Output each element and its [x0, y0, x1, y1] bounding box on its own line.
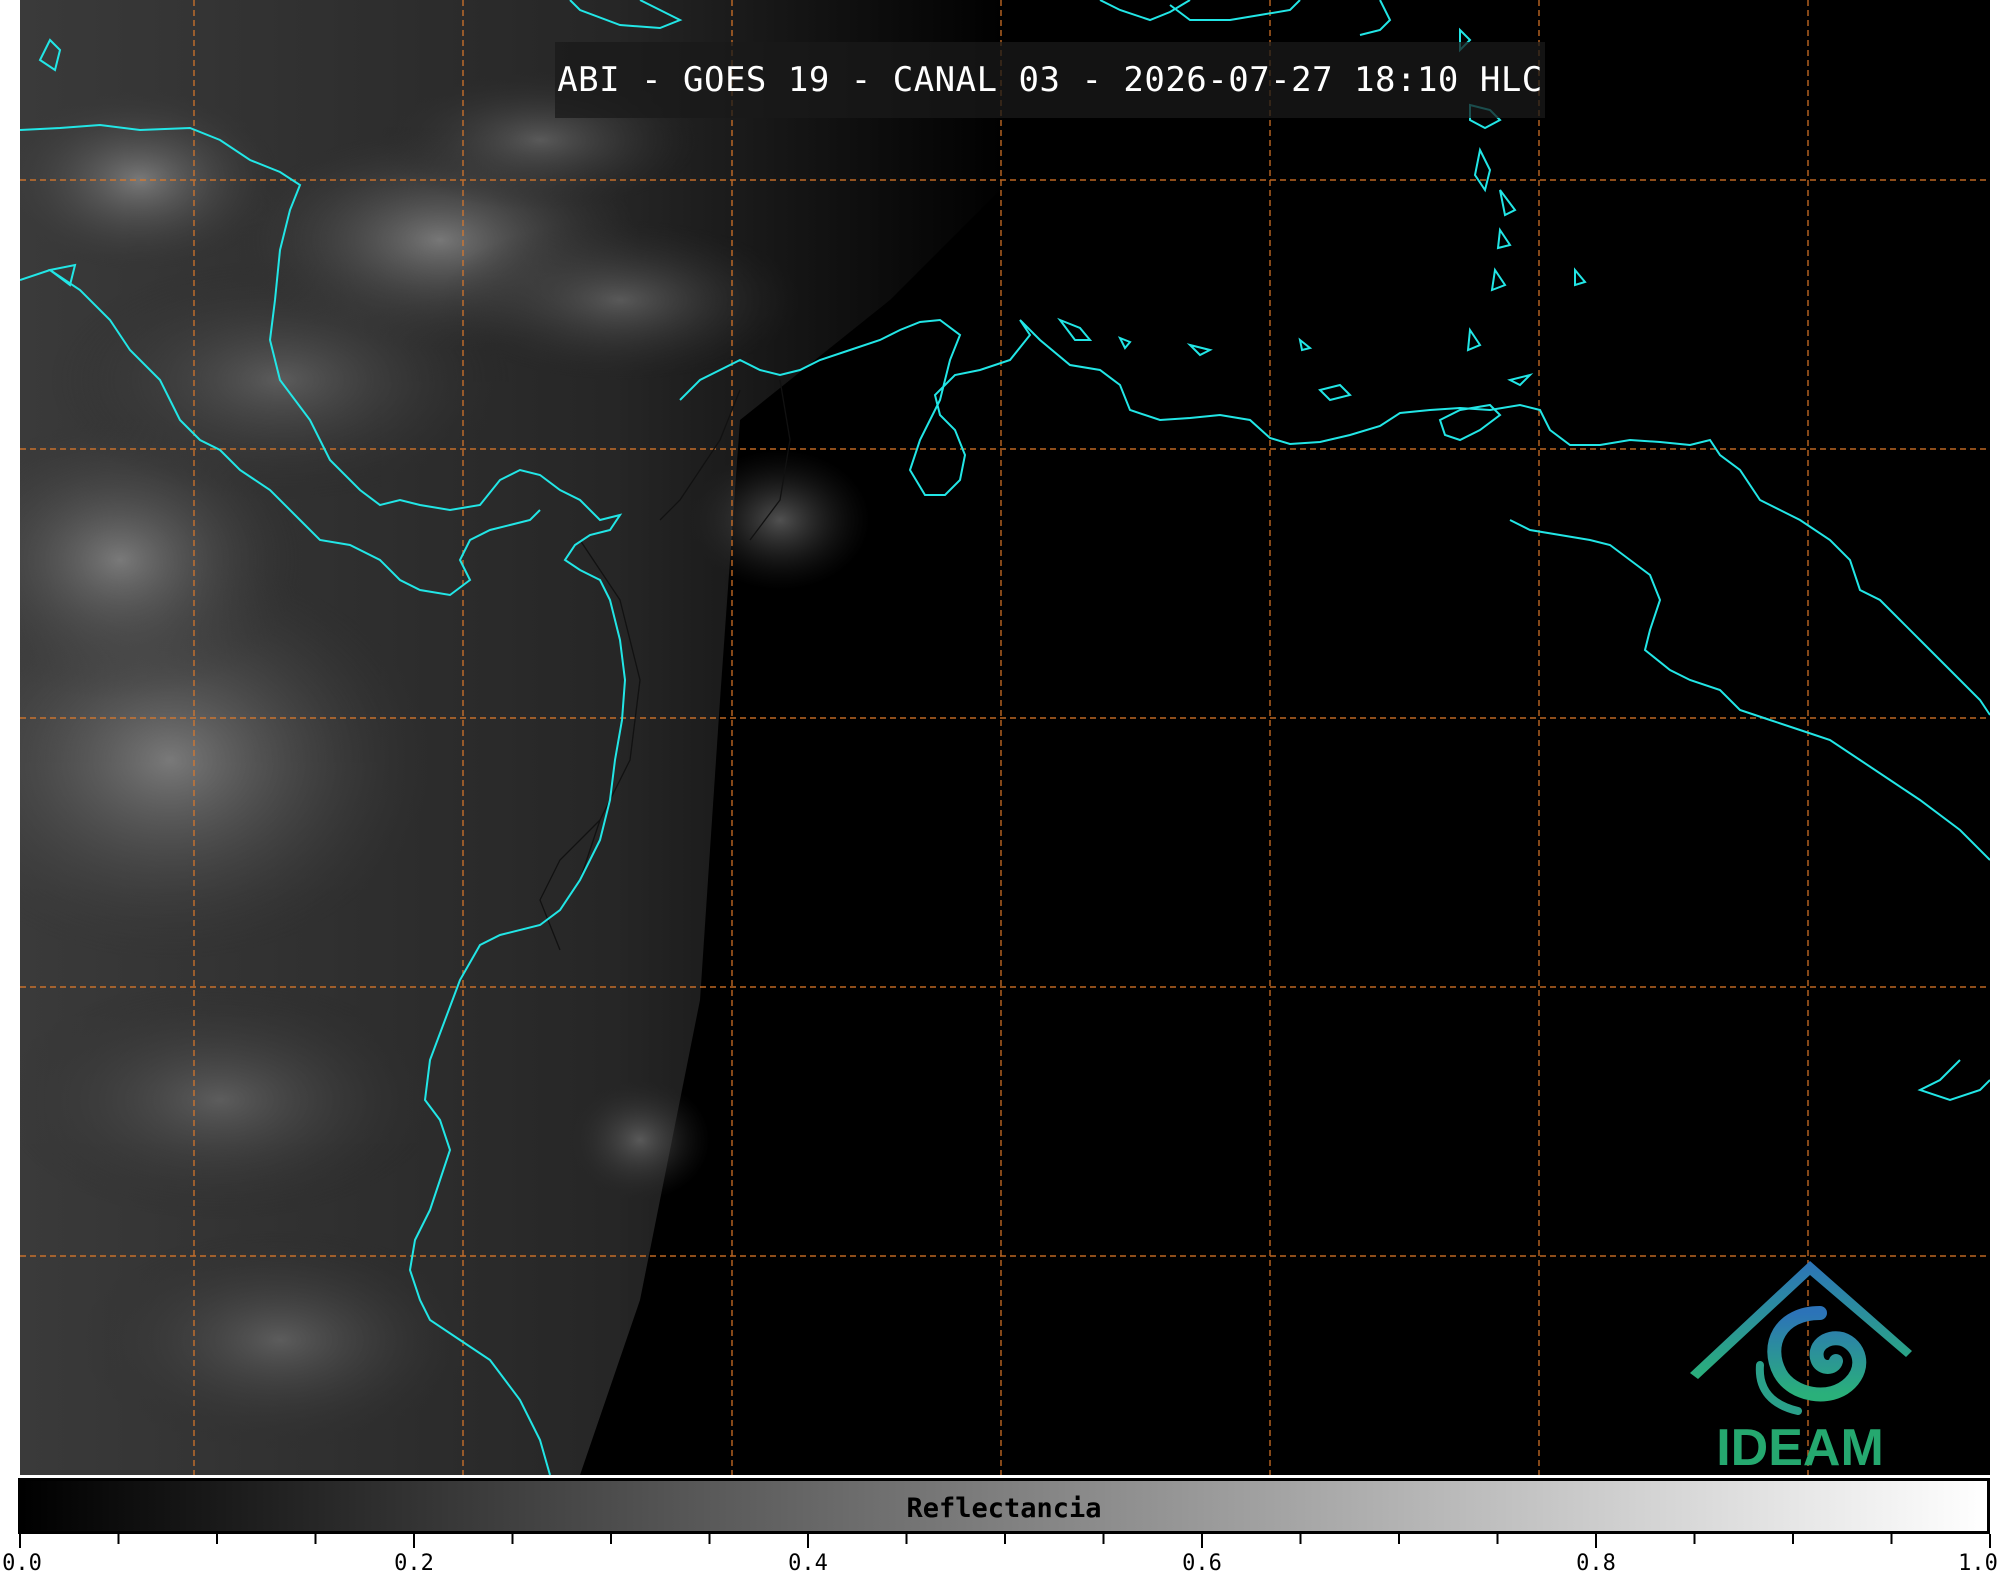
title-box: ABI - GOES 19 - CANAL 03 - 2026-07-27 18… [555, 42, 1545, 118]
ideam-swirl-icon [1690, 1261, 1912, 1415]
colorbar-tick-label: 0.8 [1576, 1551, 1616, 1576]
satellite-map[interactable]: ABI - GOES 19 - CANAL 03 - 2026-07-27 18… [20, 0, 1990, 1475]
ideam-logo-text: IDEAM [1716, 1419, 1884, 1475]
colorbar-tick-label: 0.2 [394, 1551, 434, 1576]
colorbar-label: Reflectancia [906, 1493, 1102, 1524]
colorbar: Reflectancia [18, 1478, 1990, 1534]
colorbar-tick-label: 1.0 [1958, 1551, 1998, 1576]
colorbar-tick-label: 0.0 [2, 1551, 42, 1576]
colorbar-tick-label: 0.4 [788, 1551, 828, 1576]
ideam-logo: IDEAM [1680, 1255, 1920, 1475]
map-title: ABI - GOES 19 - CANAL 03 - 2026-07-27 18… [557, 60, 1543, 100]
colorbar-tick-label: 0.6 [1182, 1551, 1222, 1576]
